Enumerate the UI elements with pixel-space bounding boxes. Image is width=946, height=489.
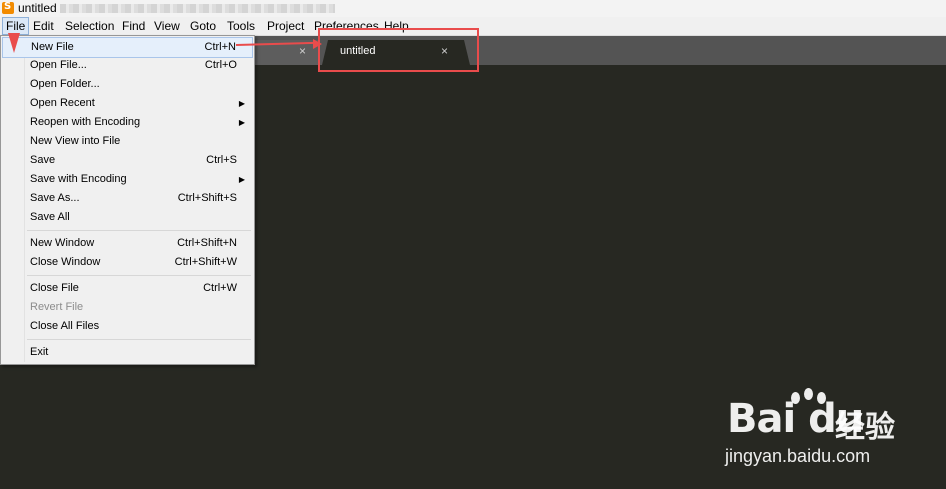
menu-item-save[interactable]: Save Ctrl+S — [2, 151, 253, 170]
menu-item-close-window[interactable]: Close Window Ctrl+Shift+W — [2, 253, 253, 272]
blurred-title-path — [60, 4, 335, 13]
menu-item-open-folder[interactable]: Open Folder... — [2, 75, 253, 94]
window-title: untitled — [18, 1, 57, 15]
sublime-text-icon: S — [2, 1, 14, 14]
menu-edit[interactable]: Edit — [30, 18, 57, 34]
menu-goto[interactable]: Goto — [187, 18, 219, 34]
menu-item-shortcut: Ctrl+N — [204, 41, 236, 53]
triangle-right-icon: ▶ — [238, 175, 245, 184]
menu-item-shortcut: Ctrl+W — [203, 282, 237, 294]
menu-selection[interactable]: Selection — [62, 18, 117, 34]
menu-find[interactable]: Find — [119, 18, 148, 34]
menu-item-shortcut: Ctrl+Shift+N — [177, 237, 237, 249]
menu-item-exit[interactable]: Exit — [2, 343, 253, 362]
menu-item-label: Save All — [30, 211, 70, 223]
menu-item-label: Open Recent — [30, 97, 95, 109]
menu-item-label: Save As... — [30, 192, 80, 204]
menu-item-label: Close All Files — [30, 320, 100, 332]
menu-item-label: Close File — [30, 282, 79, 294]
triangle-right-icon: ▶ — [238, 118, 245, 127]
menu-separator — [27, 275, 251, 276]
menu-item-label: Save — [30, 154, 56, 166]
title-bar: S untitled — [0, 0, 946, 17]
menu-item-new-window[interactable]: New Window Ctrl+Shift+N — [2, 234, 253, 253]
menu-item-revert-file: Revert File — [2, 298, 253, 317]
triangle-right-icon: ▶ — [238, 99, 245, 108]
menu-item-label: Reopen with Encoding — [30, 116, 141, 128]
menu-item-new-view-into-file[interactable]: New View into File — [2, 132, 253, 151]
paw-icon — [804, 388, 813, 400]
menu-item-open-file[interactable]: Open File... Ctrl+O — [2, 56, 253, 75]
menu-item-label: Save with Encoding — [30, 173, 127, 185]
baidu-watermark: Bai du 经验 jingyan.baidu.com — [725, 388, 925, 468]
menu-item-close-all-files[interactable]: Close All Files — [2, 317, 253, 336]
arrow-right-icon — [313, 39, 322, 49]
menu-item-label: New File — [31, 41, 74, 53]
menu-item-save-as[interactable]: Save As... Ctrl+Shift+S — [2, 189, 253, 208]
menu-item-shortcut: Ctrl+O — [204, 59, 237, 71]
paw-icon — [817, 392, 826, 404]
menu-tools[interactable]: Tools — [224, 18, 258, 34]
menu-item-label: New View into File — [30, 135, 121, 147]
close-icon[interactable]: × — [299, 44, 306, 58]
menu-item-label: New Window — [30, 237, 95, 249]
menu-item-close-file[interactable]: Close File Ctrl+W — [2, 279, 253, 298]
menu-item-label: Open File... — [30, 59, 87, 71]
menu-item-save-all[interactable]: Save All — [2, 208, 253, 227]
menu-view[interactable]: View — [151, 18, 183, 34]
menu-item-label: Exit — [30, 346, 49, 358]
menu-item-shortcut: Ctrl+Shift+W — [174, 256, 237, 268]
menu-separator — [27, 339, 251, 340]
menu-item-label: Open Folder... — [30, 78, 100, 90]
paw-icon — [791, 392, 800, 404]
menu-item-reopen-with-encoding[interactable]: Reopen with Encoding ▶ — [2, 113, 253, 132]
menu-item-label: Close Window — [30, 256, 101, 268]
arrow-down-icon — [8, 33, 20, 53]
menu-item-new-file[interactable]: New File Ctrl+N — [2, 37, 253, 58]
menu-item-save-with-encoding[interactable]: Save with Encoding ▶ — [2, 170, 253, 189]
watermark-cn: 经验 — [835, 410, 895, 445]
file-menu-dropdown: New File Ctrl+N Open File... Ctrl+O Open… — [0, 35, 255, 365]
menu-item-shortcut: Ctrl+S — [206, 154, 237, 166]
menu-separator — [27, 230, 251, 231]
menu-item-label: Revert File — [30, 301, 84, 313]
watermark-url: jingyan.baidu.com — [725, 446, 871, 466]
menu-project[interactable]: Project — [264, 18, 307, 34]
highlight-box — [318, 28, 479, 72]
menu-item-shortcut: Ctrl+Shift+S — [177, 192, 237, 204]
menu-item-open-recent[interactable]: Open Recent ▶ — [2, 94, 253, 113]
